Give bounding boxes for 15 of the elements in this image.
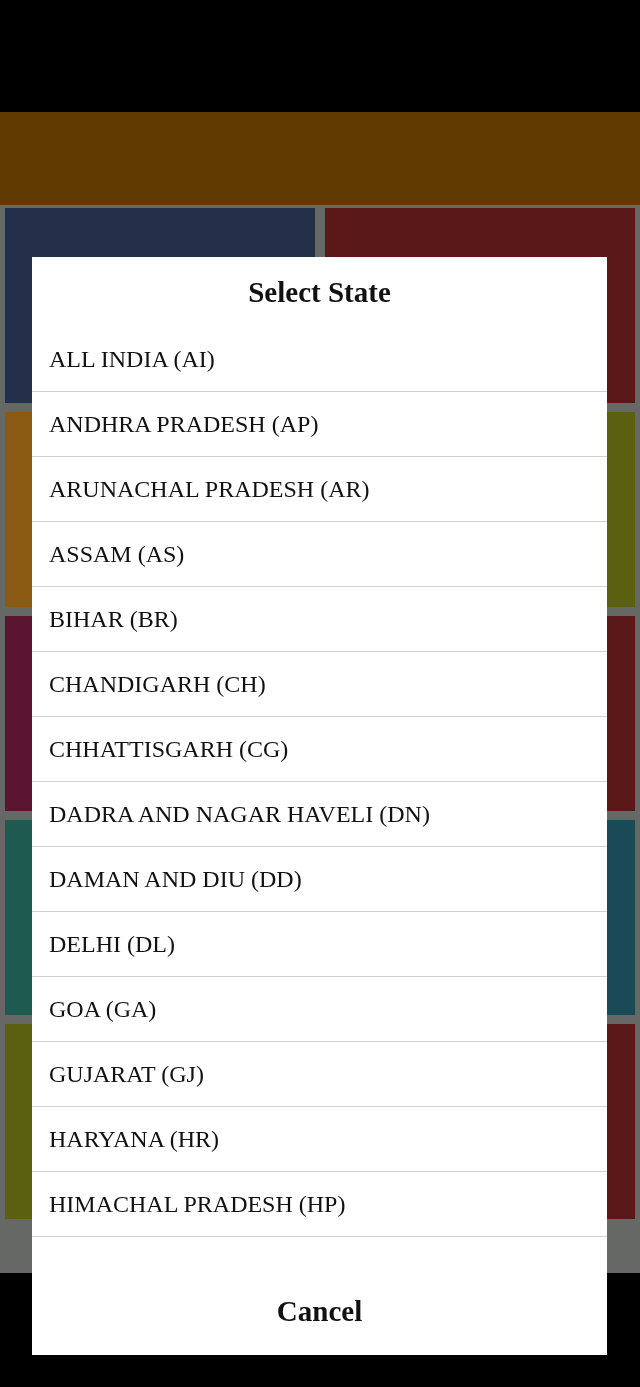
state-option[interactable]: ARUNACHAL PRADESH (AR) (32, 457, 607, 522)
state-option[interactable]: CHHATTISGARH (CG) (32, 717, 607, 782)
state-option[interactable]: CHANDIGARH (CH) (32, 652, 607, 717)
state-option[interactable]: ASSAM (AS) (32, 522, 607, 587)
dialog-title: Select State (248, 275, 391, 309)
state-option[interactable]: DADRA AND NAGAR HAVELI (DN) (32, 782, 607, 847)
state-option[interactable]: ALL INDIA (AI) (32, 327, 607, 392)
state-option[interactable]: ANDHRA PRADESH (AP) (32, 392, 607, 457)
state-option[interactable]: DAMAN AND DIU (DD) (32, 847, 607, 912)
state-option[interactable]: GUJARAT (GJ) (32, 1042, 607, 1107)
state-option[interactable]: DELHI (DL) (32, 912, 607, 977)
state-option[interactable]: GOA (GA) (32, 977, 607, 1042)
state-option[interactable]: BIHAR (BR) (32, 587, 607, 652)
state-option[interactable]: HARYANA (HR) (32, 1107, 607, 1172)
state-option[interactable]: HIMACHAL PRADESH (HP) (32, 1172, 607, 1237)
